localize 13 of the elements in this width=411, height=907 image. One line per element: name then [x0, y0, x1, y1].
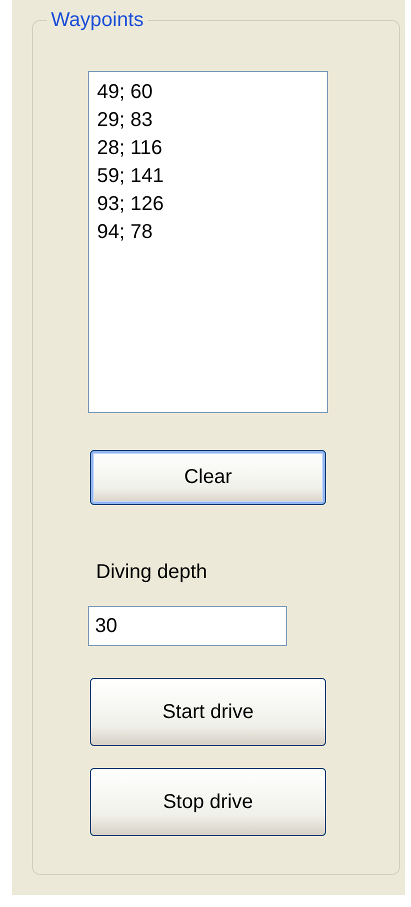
- list-item[interactable]: 49; 60: [97, 78, 319, 106]
- list-item[interactable]: 29; 83: [97, 106, 319, 134]
- list-item[interactable]: 94; 78: [97, 218, 319, 246]
- start-button[interactable]: Start drive: [90, 678, 326, 746]
- group-title: Waypoints: [47, 9, 148, 32]
- depth-field[interactable]: 30: [88, 606, 287, 646]
- list-item[interactable]: 59; 141: [97, 162, 319, 190]
- clear-button[interactable]: Clear: [90, 450, 326, 505]
- stop-button[interactable]: Stop drive: [90, 768, 326, 836]
- depth-label: Diving depth: [96, 561, 208, 584]
- list-item[interactable]: 28; 116: [97, 134, 319, 162]
- waypoint-list[interactable]: 49; 60 29; 83 28; 116 59; 141 93; 126 94; 78: [88, 71, 328, 413]
- list-item[interactable]: 93; 126: [97, 190, 319, 218]
